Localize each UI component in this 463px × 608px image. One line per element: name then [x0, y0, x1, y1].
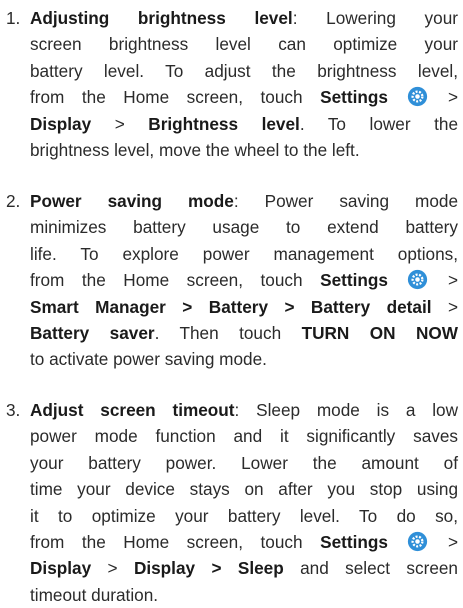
item-body: Adjusting brightness level: Lowering you…: [30, 8, 459, 161]
list-item: 3. Adjust screen timeout: Sleep mode is …: [6, 397, 458, 608]
item-body: Power saving mode: Power saving mode min…: [30, 191, 459, 370]
settings-label: Settings: [320, 87, 388, 108]
item-title: Power saving mode: [30, 191, 234, 211]
settings-gear-icon: [408, 270, 428, 290]
item-title: Adjust screen timeout: [30, 400, 235, 420]
item-number: 2.: [6, 191, 21, 211]
item-title: Adjusting brightness level: [30, 8, 293, 28]
item-number: 1.: [6, 8, 21, 28]
settings-gear-icon: [408, 87, 428, 107]
item-number: 3.: [6, 400, 21, 420]
settings-gear-icon: [408, 531, 428, 552]
settings-label: Settings: [320, 270, 388, 291]
item-body: Adjust screen timeout: Sleep mode is a l…: [30, 400, 458, 605]
list-item: 2. Power saving mode: Power saving mode …: [6, 188, 458, 373]
instructions-list: 1. Adjusting brightness level: Lowering …: [0, 0, 463, 605]
list-item: 1. Adjusting brightness level: Lowering …: [6, 5, 458, 163]
settings-label: Settings: [320, 532, 388, 553]
